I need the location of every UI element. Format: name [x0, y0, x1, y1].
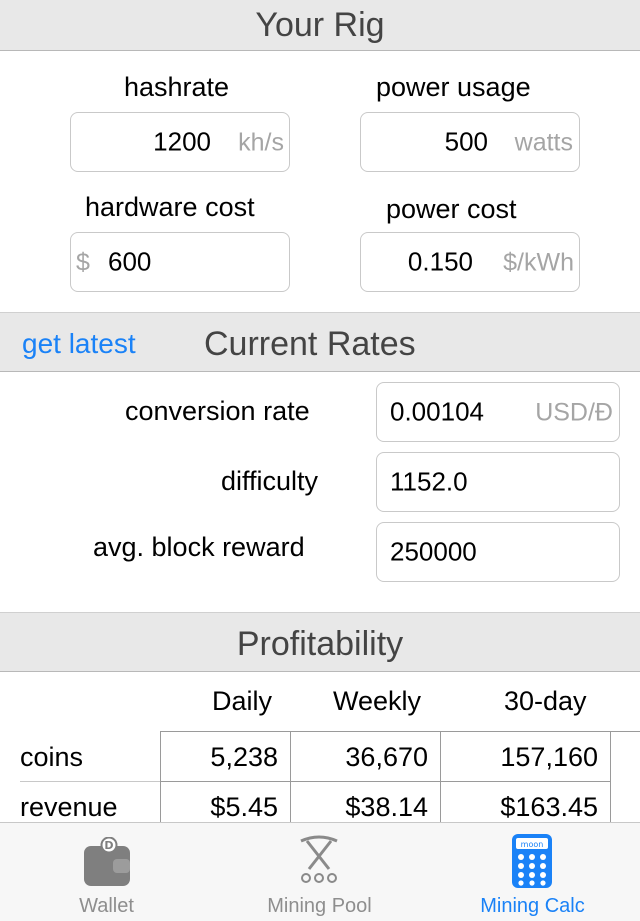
- tab-mining-calc[interactable]: moon Mining Calc: [426, 823, 639, 921]
- row-label-revenue: revenue: [20, 792, 118, 822]
- hardware-cost-value: 600: [108, 246, 152, 277]
- power-usage-label: power usage: [376, 72, 531, 102]
- difficulty-value: 1152.0: [390, 466, 468, 497]
- power-usage-field[interactable]: 500 watts: [360, 112, 580, 172]
- tab-wallet-label: Wallet: [79, 895, 134, 917]
- tab-mining-pool[interactable]: Mining Pool: [213, 823, 426, 921]
- coins-30day-value: 157,160: [500, 742, 598, 772]
- conversion-rate-value: 0.00104: [390, 396, 484, 427]
- rig-title: Your Rig: [255, 6, 385, 44]
- pickaxe-icon: [297, 835, 341, 885]
- power-cost-value: 0.150: [407, 246, 473, 277]
- column-header-30day: 30-day: [504, 686, 587, 716]
- power-usage-unit: watts: [514, 128, 573, 157]
- calculator-icon: moon: [511, 833, 553, 889]
- power-cost-label: power cost: [386, 194, 517, 224]
- column-header-daily: Daily: [212, 686, 273, 716]
- tab-wallet[interactable]: D Wallet: [0, 823, 213, 921]
- column-header-weekly: Weekly: [333, 686, 422, 716]
- wallet-icon: D: [83, 836, 131, 887]
- tab-mining-pool-label: Mining Pool: [267, 895, 372, 917]
- hashrate-label: hashrate: [124, 72, 230, 102]
- power-cost-field[interactable]: 0.150 $/kWh: [360, 232, 580, 292]
- difficulty-field[interactable]: 1152.0: [376, 452, 620, 512]
- block-reward-field[interactable]: 250000: [376, 522, 620, 582]
- hashrate-field[interactable]: 1200 kh/s: [70, 112, 290, 172]
- tab-mining-calc-label: Mining Calc: [480, 895, 585, 917]
- calculator-icon-text: moon: [521, 840, 544, 849]
- block-reward-value: 250000: [390, 536, 477, 567]
- hashrate-unit: kh/s: [238, 128, 284, 157]
- coins-daily-value: 5,238: [210, 742, 278, 772]
- hardware-cost-label: hardware cost: [85, 192, 255, 222]
- power-cost-unit: $/kWh: [503, 248, 574, 277]
- svg-text:D: D: [104, 839, 113, 852]
- get-latest-button[interactable]: get latest: [22, 313, 136, 375]
- hardware-cost-prefix: $: [76, 248, 90, 277]
- profitability-section-header: Profitability: [0, 612, 640, 672]
- conversion-rate-unit: USD/Đ: [535, 398, 613, 427]
- coins-weekly-value: 36,670: [345, 742, 428, 772]
- table-cell-coins-weekly: 36,670: [291, 732, 441, 782]
- conversion-rate-field[interactable]: 0.00104 USD/Đ: [376, 382, 620, 442]
- hardware-cost-field[interactable]: $ 600: [70, 232, 290, 292]
- hashrate-value: 1200: [153, 126, 211, 157]
- table-cell-coins-30day: 157,160: [441, 732, 611, 782]
- conversion-rate-label: conversion rate: [125, 396, 310, 426]
- row-divider: [20, 781, 160, 782]
- tab-bar: D Wallet Mining Pool moon Mining Calc: [0, 822, 640, 921]
- difficulty-label: difficulty: [221, 466, 319, 496]
- rates-title: Current Rates: [204, 325, 416, 363]
- rates-section-header: get latest Current Rates: [0, 312, 640, 372]
- power-usage-value: 500: [444, 126, 488, 157]
- table-cell-coins-daily: 5,238: [161, 732, 291, 782]
- block-reward-label: avg. block reward: [93, 532, 305, 562]
- rig-section-header: Your Rig: [0, 0, 640, 51]
- profitability-title: Profitability: [236, 625, 404, 663]
- revenue-weekly-value: $38.14: [345, 792, 428, 822]
- revenue-daily-value: $5.45: [210, 792, 278, 822]
- row-label-coins: coins: [20, 742, 84, 772]
- revenue-30day-value: $163.45: [500, 792, 598, 822]
